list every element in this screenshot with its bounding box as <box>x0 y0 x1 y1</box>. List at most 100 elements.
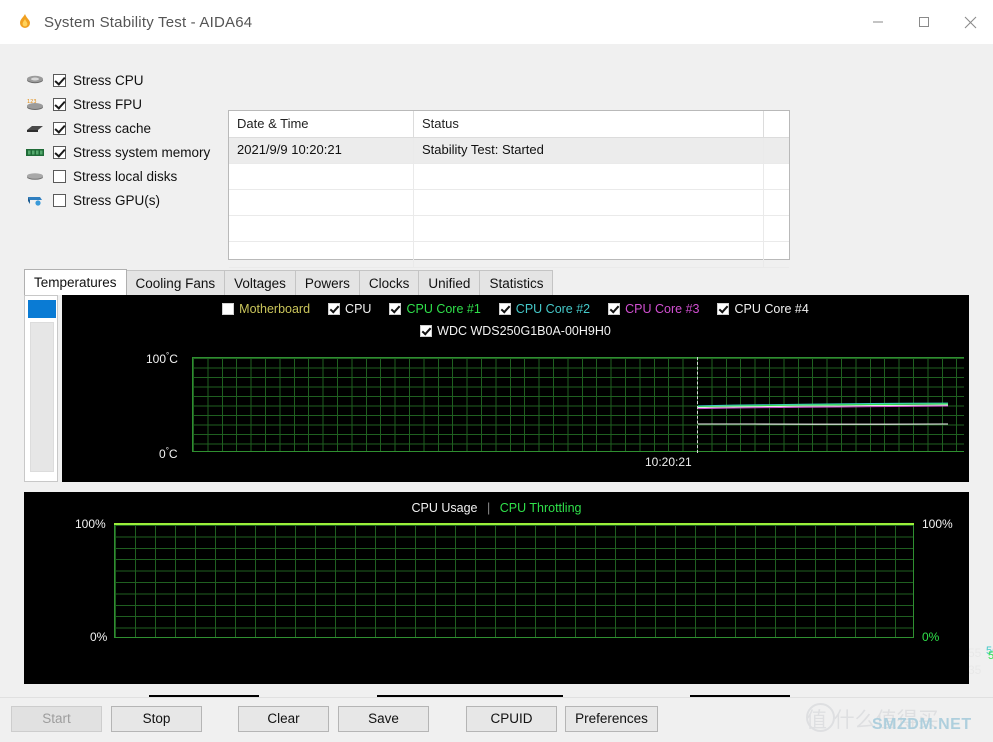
temp-axis-time-label: 10:20:21 <box>645 455 692 469</box>
legend-cpu-core-3-label: CPU Core #3 <box>625 302 700 316</box>
cpu-usage-title-usage: CPU Usage <box>411 501 478 515</box>
legend-motherboard[interactable]: Motherboard <box>222 302 310 316</box>
button-bar: Start Stop Clear Save CPUID Preferences <box>0 697 993 742</box>
stress-option-memory[interactable]: Stress system memory <box>24 140 224 164</box>
graphs-area: Motherboard CPU CPU Core #1 CPU Core #2 … <box>24 295 993 684</box>
window-controls <box>855 0 993 44</box>
temp-value-drive: 35 <box>968 663 982 677</box>
stop-button[interactable]: Stop <box>111 706 202 732</box>
legend-cpu-core-1[interactable]: CPU Core #1 <box>389 302 481 316</box>
stress-fpu-label: Stress FPU <box>73 96 143 112</box>
stress-memory-checkbox[interactable] <box>53 145 66 159</box>
table-row-empty <box>229 164 789 190</box>
legend-cpu[interactable]: CPU <box>328 302 371 316</box>
column-header-spacer <box>764 111 789 137</box>
temp-axis-bottom-label: 0°C <box>159 446 178 461</box>
temperature-legend-row-2: WDC WDS250G1B0A-00H9H0 <box>62 324 969 338</box>
cell-status: Stability Test: Started <box>414 138 764 163</box>
tab-clocks[interactable]: Clocks <box>358 270 420 295</box>
legend-cpu-core-4[interactable]: CPU Core #4 <box>717 302 809 316</box>
legend-wdc-drive-checkbox[interactable] <box>420 325 433 337</box>
usage-axis-bottom-left: 0% <box>90 630 108 644</box>
legend-cpu-core-3[interactable]: CPU Core #3 <box>608 302 699 316</box>
stress-option-disks[interactable]: Stress local disks <box>24 164 224 188</box>
cpu-usage-title-throttling: CPU Throttling <box>499 501 582 515</box>
table-row-empty <box>229 242 789 268</box>
stress-cpu-checkbox[interactable] <box>53 73 66 87</box>
stress-option-cache[interactable]: Stress cache <box>24 116 224 140</box>
stress-gpu-label: Stress GPU(s) <box>73 192 161 208</box>
preferences-button[interactable]: Preferences <box>565 706 658 732</box>
legend-motherboard-label: Motherboard <box>239 302 311 316</box>
stress-cache-checkbox[interactable] <box>53 121 66 135</box>
sensor-side-scroll-track[interactable] <box>30 322 54 472</box>
legend-cpu-core-4-label: CPU Core #4 <box>734 302 809 316</box>
temperature-plot <box>192 357 964 452</box>
legend-cpu-label: CPU <box>345 302 372 316</box>
legend-cpu-core-3-checkbox[interactable] <box>608 303 621 315</box>
column-header-status[interactable]: Status <box>414 111 764 137</box>
stress-gpu-checkbox[interactable] <box>53 193 66 207</box>
legend-motherboard-checkbox[interactable] <box>222 303 235 315</box>
temp-value-primary: 55 <box>968 646 982 660</box>
stress-fpu-checkbox[interactable] <box>53 97 66 111</box>
cpuid-button[interactable]: CPUID <box>466 706 557 732</box>
cpu-usage-title-separator: | <box>487 501 491 515</box>
fpu-chip-icon: 123 <box>24 96 46 112</box>
legend-cpu-core-1-checkbox[interactable] <box>389 303 402 315</box>
stress-memory-label: Stress system memory <box>73 144 211 160</box>
tab-unified[interactable]: Unified <box>418 270 481 295</box>
hard-disk-icon <box>24 168 46 184</box>
legend-cpu-core-2-label: CPU Core #2 <box>515 302 591 316</box>
stress-option-cpu[interactable]: Stress CPU <box>24 68 224 92</box>
legend-cpu-checkbox[interactable] <box>328 303 341 315</box>
temp-axis-top-label: 100°C <box>146 351 178 366</box>
tab-voltages[interactable]: Voltages <box>224 270 296 295</box>
legend-wdc-drive[interactable]: WDC WDS250G1B0A-00H9H0 <box>420 324 611 338</box>
tab-temperatures[interactable]: Temperatures <box>24 269 127 295</box>
legend-cpu-core-2-checkbox[interactable] <box>498 303 511 315</box>
sensor-side-list[interactable] <box>24 295 58 482</box>
tab-statistics[interactable]: Statistics <box>479 270 554 295</box>
cpu-usage-trace <box>114 523 914 525</box>
cpu-usage-plot <box>114 524 914 638</box>
close-icon[interactable] <box>947 0 993 44</box>
cpu-chip-icon <box>24 72 46 88</box>
temperature-traces <box>697 402 949 425</box>
legend-cpu-core-2[interactable]: CPU Core #2 <box>498 302 591 316</box>
legend-wdc-drive-label: WDC WDS250G1B0A-00H9H0 <box>437 324 611 338</box>
flame-icon <box>16 13 34 31</box>
column-header-datetime[interactable]: Date & Time <box>229 111 414 137</box>
gpu-card-icon <box>24 192 46 208</box>
stress-option-fpu[interactable]: 123 Stress FPU <box>24 92 224 116</box>
test-start-marker <box>697 357 698 453</box>
stress-option-gpu[interactable]: Stress GPU(s) <box>24 188 224 212</box>
maximize-icon[interactable] <box>901 0 947 44</box>
table-row[interactable]: 2021/9/9 10:20:21 Stability Test: Starte… <box>229 138 789 164</box>
start-button[interactable]: Start <box>11 706 102 732</box>
event-log-table[interactable]: Date & Time Status 2021/9/9 10:20:21 Sta… <box>228 110 790 268</box>
tab-powers[interactable]: Powers <box>294 270 360 295</box>
stress-cache-label: Stress cache <box>73 120 152 136</box>
cpu-usage-chart-panel: CPU Usage | CPU Throttling 100% 0% 100% … <box>24 492 969 684</box>
legend-cpu-core-1-label: CPU Core #1 <box>406 302 481 316</box>
legend-cpu-core-4-checkbox[interactable] <box>717 303 730 315</box>
clear-button[interactable]: Clear <box>238 706 329 732</box>
usage-axis-top-left: 100% <box>75 517 106 531</box>
table-header-row: Date & Time Status <box>229 111 789 138</box>
minimize-icon[interactable] <box>855 0 901 44</box>
stress-disks-checkbox[interactable] <box>53 169 66 183</box>
temp-value-core1: 55 <box>988 650 993 662</box>
temperature-chart-panel: Motherboard CPU CPU Core #1 CPU Core #2 … <box>62 295 993 677</box>
usage-axis-bottom-right: 0% <box>922 630 940 644</box>
cell-spacer <box>764 138 789 163</box>
save-button[interactable]: Save <box>338 706 429 732</box>
table-row-empty <box>229 190 789 216</box>
sensor-side-selected-item[interactable] <box>28 300 56 318</box>
title-bar: System Stability Test - AIDA64 <box>0 0 993 45</box>
cell-datetime: 2021/9/9 10:20:21 <box>229 138 414 163</box>
cpu-usage-title: CPU Usage | CPU Throttling <box>24 501 969 515</box>
stress-disks-label: Stress local disks <box>73 168 178 184</box>
table-row-empty <box>229 216 789 242</box>
tab-cooling-fans[interactable]: Cooling Fans <box>125 270 226 295</box>
